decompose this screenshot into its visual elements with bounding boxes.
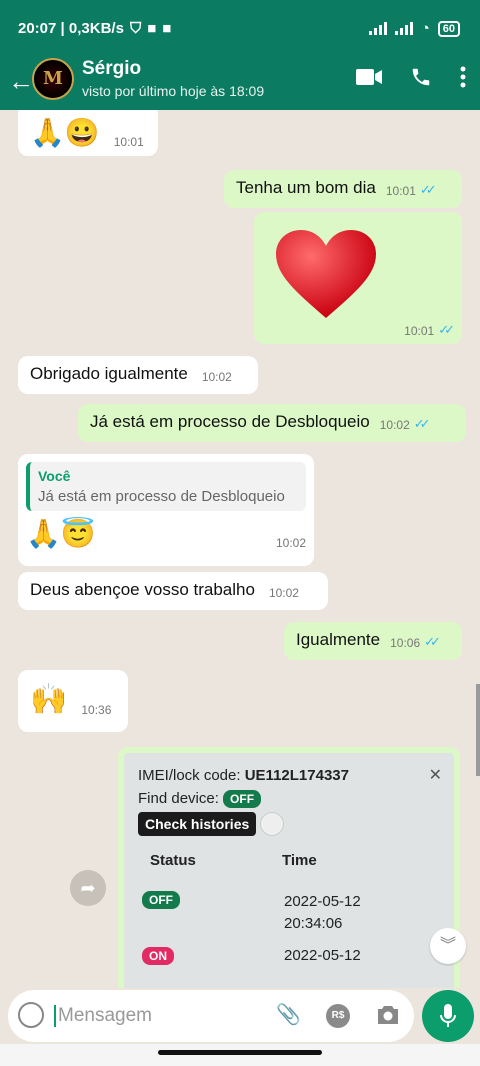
imei-label: IMEI/lock code: — [138, 767, 241, 784]
message-incoming[interactable]: Obrigado igualmente 10:02 — [18, 356, 258, 394]
system-nav-bar — [0, 1044, 480, 1066]
message-text: 🙏😇 — [26, 518, 96, 549]
quoted-author: Você — [38, 468, 71, 484]
find-device-status-badge: OFF — [223, 790, 262, 808]
message-text: Já está em processo de Desbloqueio — [90, 412, 370, 431]
shield-icon: ⛉ — [129, 20, 142, 37]
status-bar: 20:07 | 0,3KB/s ⛉ ■ ■ ◔ 60 — [0, 0, 480, 56]
check-histories-button: Check histories — [138, 812, 257, 836]
message-text: Obrigado igualmente — [30, 364, 188, 383]
quoted-text: Já está em processo de Desbloqueio — [38, 488, 285, 505]
more-vert-icon[interactable] — [460, 66, 466, 88]
double-check-icon: ✓✓ — [413, 416, 431, 431]
close-icon: ✕ — [428, 767, 442, 784]
message-time: 10:02 — [201, 370, 232, 384]
message-outgoing[interactable]: Tenha um bom dia 10:01 ✓✓ — [224, 170, 462, 208]
imei-value: UE112L174337 — [244, 767, 349, 784]
camera-icon: ■ — [162, 20, 172, 37]
message-composer[interactable]: Mensagem 📎 R$ — [8, 990, 414, 1042]
scroll-down-icon[interactable]: ︾ — [430, 928, 466, 964]
status-time-speed: 20:07 | 0,3KB/s — [18, 20, 124, 37]
message-time: 10:06 — [390, 636, 421, 650]
message-time: 10:01 — [404, 324, 435, 338]
row-date: 2022-05-12 — [284, 893, 361, 910]
wifi-icon: ◔ — [420, 20, 430, 37]
message-time: 10:01 — [113, 135, 144, 149]
heart-icon — [276, 230, 376, 318]
message-time: 10:02 — [268, 586, 299, 600]
arrow-left-icon[interactable]: ← — [8, 66, 34, 97]
signal-icon — [394, 22, 413, 35]
message-image[interactable]: ✕ IMEI/lock code: UE112L174337 Find devi… — [118, 747, 460, 988]
chat-area[interactable]: 🙏😀10:01 Tenha um bom dia10:01✓✓ ❤️ 10:01… — [0, 110, 480, 988]
double-check-icon: ✓✓ — [424, 634, 441, 649]
message-outgoing[interactable]: Já está em processo de Desbloqueio 10:02 ✓… — [78, 404, 466, 442]
message-outgoing[interactable]: ❤️ 10:01✓✓ — [254, 212, 462, 344]
chat-header: ← M Sérgio visto por último hoje às 18:0… — [0, 56, 480, 110]
payment-icon[interactable]: R$ — [326, 1004, 350, 1028]
double-check-icon: ✓✓ — [438, 322, 455, 337]
microphone-button[interactable] — [422, 990, 474, 1042]
message-outgoing[interactable]: Igualmente 10:06 ✓✓ — [284, 622, 462, 660]
forward-icon[interactable]: ➦ — [70, 870, 106, 906]
paperclip-icon[interactable]: 📎 — [276, 1002, 301, 1027]
message-input[interactable]: Mensagem — [54, 1005, 152, 1027]
message-time: 10:02 — [379, 418, 410, 432]
camera-icon: ■ — [147, 20, 157, 37]
message-time: 10:02 — [275, 536, 306, 550]
message-incoming[interactable]: Você Já está em processo de Desbloqueio … — [18, 454, 314, 566]
message-text: Tenha um bom dia — [236, 178, 376, 197]
last-seen: visto por último hoje às 18:09 — [82, 83, 265, 99]
home-handle[interactable] — [158, 1050, 322, 1055]
signal-icon — [368, 22, 387, 35]
message-text: 🙏😀 — [30, 117, 100, 148]
message-incoming[interactable]: 🙏😀 10:01 — [18, 110, 158, 156]
scrollbar[interactable] — [476, 684, 480, 776]
contact-name[interactable]: Sérgio — [82, 58, 141, 80]
screenshot-panel: ✕ IMEI/lock code: UE112L174337 Find devi… — [124, 753, 454, 988]
avatar[interactable]: M — [32, 58, 74, 100]
message-text: 🙌 — [30, 683, 68, 716]
row-date: 2022-05-12 — [284, 947, 361, 964]
camera-icon[interactable] — [376, 1004, 400, 1026]
table-row: ON 2022-05-12 — [138, 947, 440, 965]
quoted-message[interactable]: Você Já está em processo de Desbloqueio — [26, 462, 306, 511]
phone-icon[interactable] — [410, 66, 432, 88]
message-incoming[interactable]: Deus abençoe vosso trabalho 10:02 — [18, 572, 328, 610]
video-call-icon[interactable] — [356, 68, 382, 86]
column-header-time: Time — [282, 852, 317, 869]
status-badge: ON — [142, 947, 174, 965]
column-header-status: Status — [150, 852, 196, 869]
battery-icon: 60 — [437, 20, 460, 37]
message-time: 10:01 — [385, 184, 416, 198]
message-time: 10:36 — [81, 703, 112, 717]
emoji-icon[interactable] — [18, 1002, 44, 1028]
message-text: Deus abençoe vosso trabalho — [30, 580, 255, 599]
double-check-icon: ✓✓ — [419, 182, 437, 197]
row-time: 20:34:06 — [284, 915, 343, 932]
table-row: OFF 2022-05-12 20:34:06 — [138, 891, 440, 935]
status-badge: OFF — [142, 891, 180, 909]
microphone-icon — [440, 1004, 456, 1027]
message-text: Igualmente — [296, 630, 381, 649]
message-incoming[interactable]: 🙌 10:36 — [18, 670, 128, 732]
radio-icon — [260, 812, 285, 836]
find-device-label: Find device: — [138, 790, 219, 807]
